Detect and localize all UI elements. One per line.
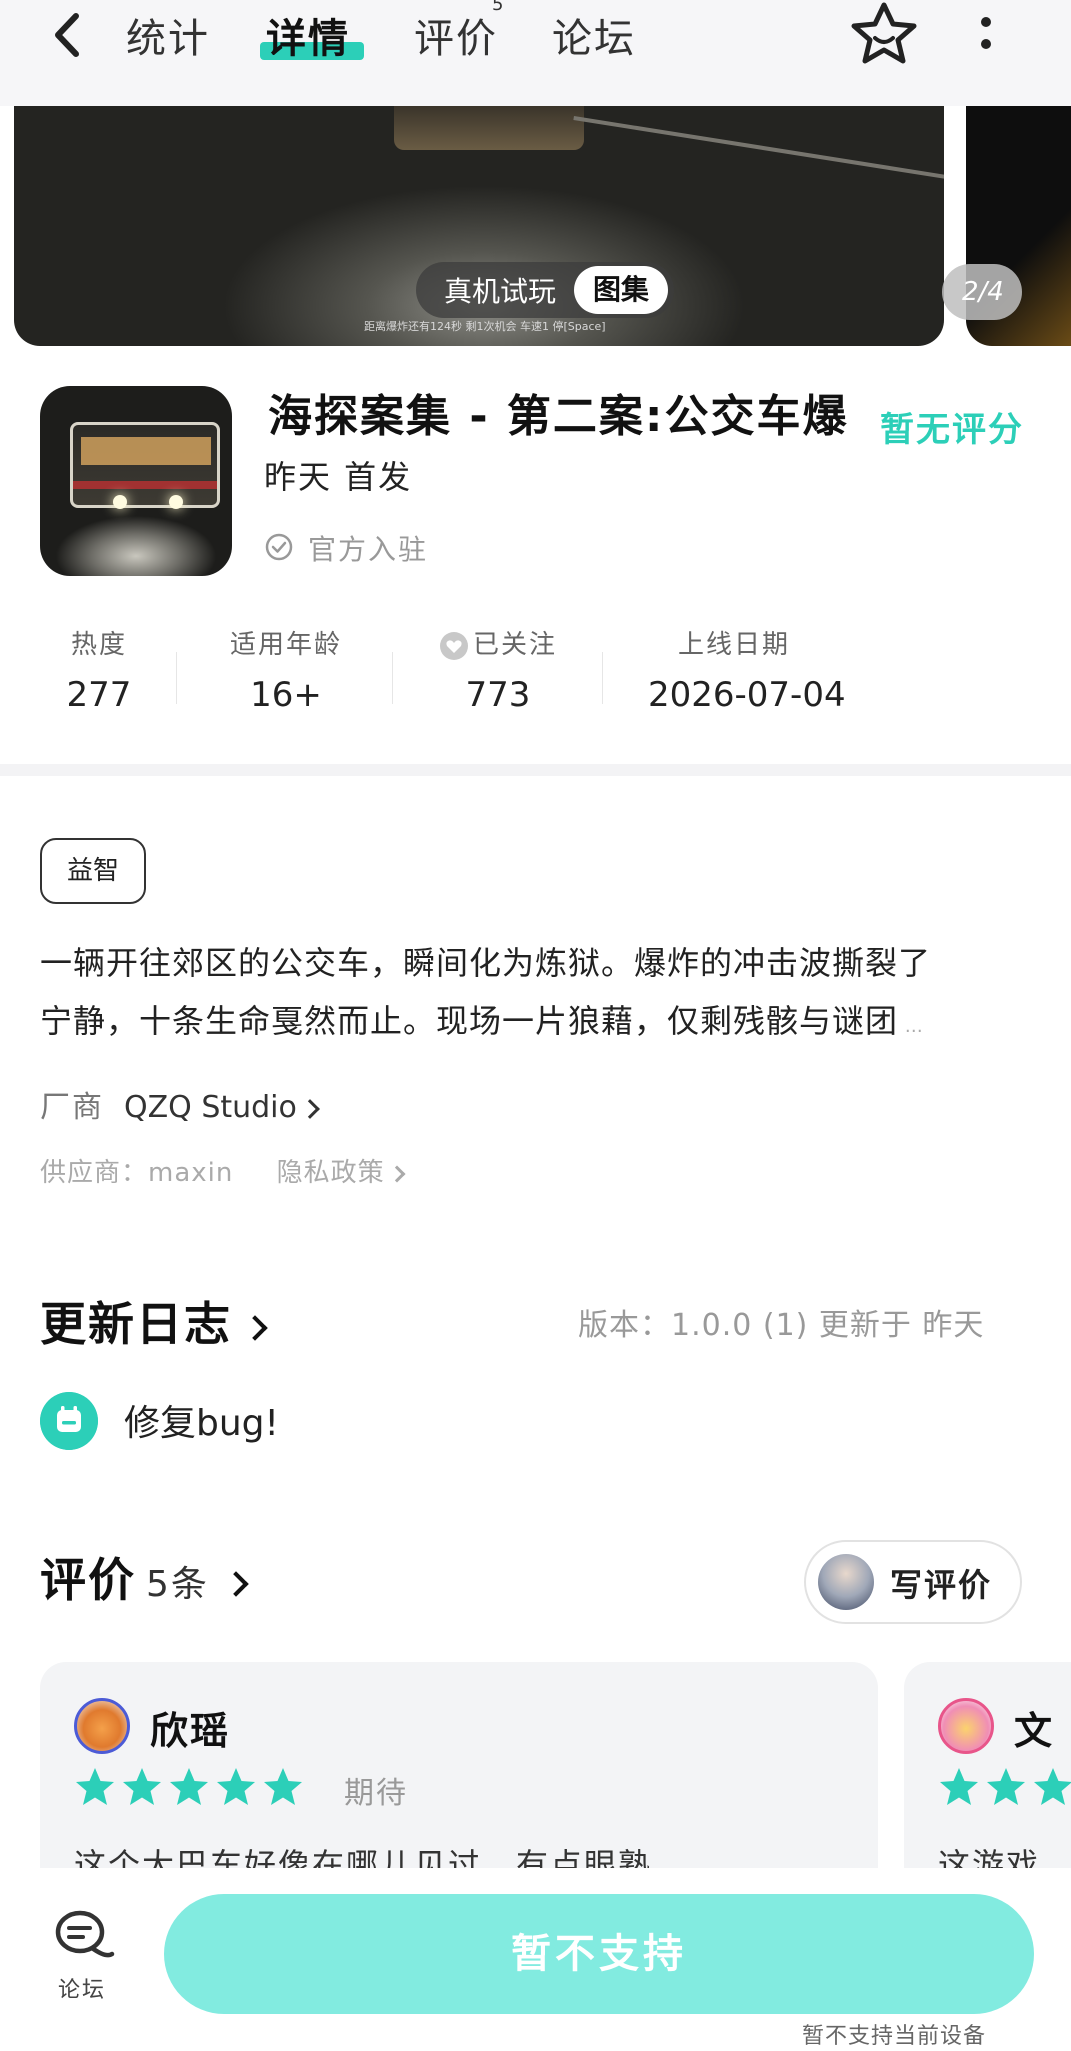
game-icon-bus-windows <box>81 437 211 465</box>
verified-check-icon <box>265 533 293 561</box>
verified-label: 官方入驻 <box>308 533 429 566</box>
update-note: 修复bug! <box>124 1403 279 1444</box>
tab-reviews[interactable]: 评价 <box>414 6 498 64</box>
review-rating <box>74 1766 309 1810</box>
calendar-icon <box>40 1392 98 1450</box>
stat-age-rating: 适用年龄 16+ <box>218 624 354 715</box>
download-button[interactable]: 暂不支持 <box>164 1894 1034 2014</box>
update-log-title: 更新日志 <box>40 1297 232 1351</box>
reviews-count-badge: 5 <box>492 0 504 15</box>
review-rating <box>938 1766 1071 1810</box>
gallery-hud-caption: 距离爆炸还有124秒 剩1次机会 车速1 停[Space] <box>364 320 606 333</box>
back-icon[interactable] <box>46 8 96 62</box>
stat-followers: 已关注 773 <box>430 624 566 715</box>
description-line-text: 宁静，十条生命戛然而止。现场一片狼藉，仅剩残骸与谜团 <box>40 1002 899 1040</box>
gallery-counter: 2/4 <box>942 264 1022 320</box>
stat-value: 2026-07-04 <box>648 675 846 715</box>
version-info: 版本：1.0.0 (1) 更新于 昨天 <box>578 1308 985 1343</box>
stat-label: 上线日期 <box>677 630 790 660</box>
reviews-heading[interactable]: 评价 5条 <box>40 1544 249 1610</box>
gallery-bus-shape <box>394 106 584 150</box>
reviews-title: 评价 <box>40 1553 136 1607</box>
favorite-star-icon[interactable] <box>848 0 920 66</box>
forum-chat-icon[interactable] <box>52 1908 116 1964</box>
stat-divider <box>602 652 603 704</box>
gallery-image[interactable]: 真机试玩 图集 距离爆炸还有124秒 剩1次机会 车速1 停[Space] <box>14 106 944 346</box>
reviewer-avatar[interactable] <box>74 1698 130 1754</box>
reviewer-name: 欣瑶 <box>150 1709 231 1753</box>
rating-star-icon <box>217 1768 255 1805</box>
vendor-label: 厂商 <box>40 1090 104 1125</box>
privacy-policy-link[interactable]: 隐私政策 <box>277 1158 385 1188</box>
stat-label: 已关注 <box>430 624 566 661</box>
user-avatar <box>818 1554 874 1610</box>
reviews-count: 5条 <box>146 1564 209 1605</box>
stat-label: 热度 <box>70 630 127 660</box>
game-icon-bus <box>70 422 220 509</box>
section-divider <box>0 764 1071 776</box>
game-title: 海探案集 - 第二案:公交车爆 <box>268 391 849 442</box>
chevron-right-icon <box>299 1098 320 1119</box>
description-line: 一辆开往郊区的公交车，瞬间化为炼狱。爆炸的冲击波撕裂了 <box>40 944 932 982</box>
rating-star-icon <box>76 1768 114 1805</box>
stat-label-text: 已关注 <box>472 630 557 660</box>
stat-popularity: 热度 277 <box>66 624 132 715</box>
rating-star-icon <box>987 1768 1025 1805</box>
tab-forum[interactable]: 论坛 <box>552 6 636 64</box>
rating-star-icon <box>170 1768 208 1805</box>
top-nav: 统计 详情 评价 5 论坛 <box>0 0 1071 106</box>
review-card[interactable]: 文 这游戏 <box>904 1662 1071 1902</box>
reviewer-avatar[interactable] <box>938 1698 994 1754</box>
gallery-road-line <box>567 116 944 215</box>
supplier-text: 供应商：maxin <box>40 1158 234 1188</box>
forum-label: 论坛 <box>58 1978 107 2003</box>
stat-label: 适用年龄 <box>229 630 342 660</box>
game-icon <box>40 386 232 576</box>
reviewer-name: 文 <box>1014 1709 1055 1753</box>
expand-ellipsis[interactable]: … <box>898 1016 924 1037</box>
stat-divider <box>392 652 393 704</box>
media-toggle: 真机试玩 图集 <box>416 262 674 318</box>
review-card[interactable]: 欣瑶 期待 这个大巴车好像在哪儿见过，有点眼熟 <box>40 1662 878 1902</box>
device-unsupported-note: 暂不支持当前设备 <box>802 2024 987 2049</box>
stat-value: 16+ <box>250 675 322 715</box>
rating-star-icon <box>940 1768 978 1805</box>
tab-details[interactable]: 详情 <box>266 6 350 64</box>
write-review-button[interactable]: 写评价 <box>804 1540 1022 1624</box>
game-icon-bus-stripe <box>73 481 217 489</box>
chevron-right-icon <box>223 1570 249 1597</box>
chevron-right-icon <box>242 1314 268 1341</box>
stat-value: 773 <box>465 675 531 715</box>
stat-value: 277 <box>66 675 132 715</box>
stat-divider <box>176 652 177 704</box>
description-line: 宁静，十条生命戛然而止。现场一片狼藉，仅剩残骸与谜团 … <box>40 992 1020 1056</box>
review-mood: 期待 <box>344 1776 408 1811</box>
genre-tag[interactable]: 益智 <box>40 838 146 904</box>
tab-stats[interactable]: 统计 <box>126 6 210 64</box>
release-info: 昨天 首发 <box>264 458 413 496</box>
stat-launch-date: 上线日期 2026-07-04 <box>648 624 846 715</box>
game-description[interactable]: 一辆开往郊区的公交车，瞬间化为炼狱。爆炸的冲击波撕裂了 宁静，十条生命戛然而止。… <box>40 934 1020 1056</box>
rating-star-icon <box>123 1768 161 1805</box>
chevron-right-icon <box>388 1165 406 1182</box>
rating-star-icon <box>264 1768 302 1805</box>
rating-star-icon <box>1034 1768 1071 1805</box>
bottom-action-bar: 论坛 暂不支持 暂不支持当前设备 <box>0 1868 1071 2051</box>
game-icon-headlight <box>113 495 127 509</box>
media-toggle-gallery[interactable]: 图集 <box>574 266 668 314</box>
vendor-link[interactable]: 厂商 QZQ Studio <box>40 1082 320 1126</box>
more-options-icon[interactable] <box>976 10 996 60</box>
media-toggle-playtest[interactable]: 真机试玩 <box>444 270 556 310</box>
write-review-label: 写评价 <box>890 1566 993 1604</box>
supplier-info: 供应商：maxin 隐私政策 <box>40 1152 406 1189</box>
vendor-name: QZQ Studio <box>124 1090 297 1125</box>
followed-heart-icon <box>439 631 468 660</box>
update-log-heading[interactable]: 更新日志 <box>40 1288 268 1354</box>
game-icon-headlight <box>169 495 183 509</box>
game-score: 暂无评分 <box>880 410 1024 450</box>
